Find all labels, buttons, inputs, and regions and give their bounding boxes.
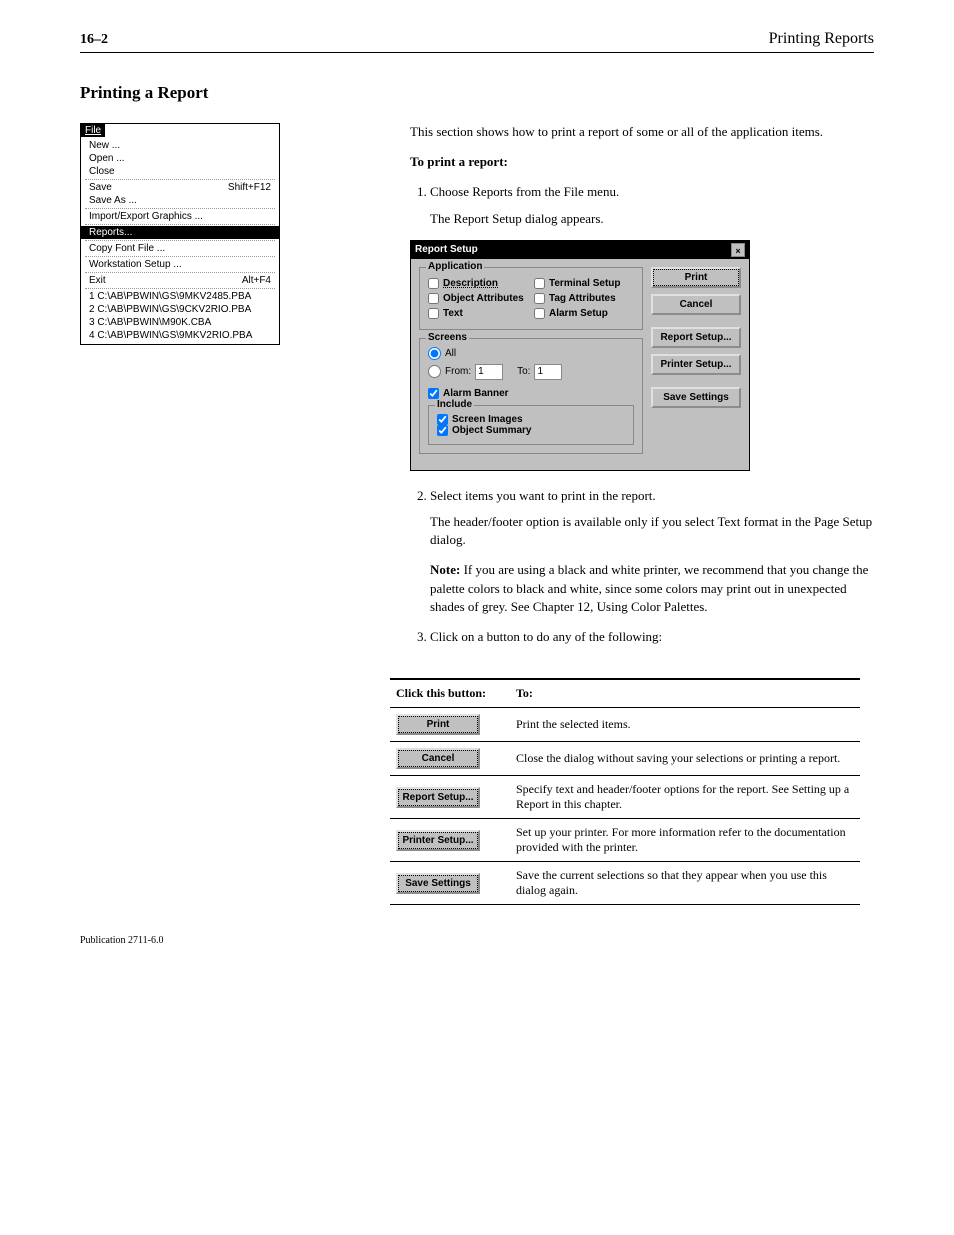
table-row: Cancel Close the dialog without saving y… [390, 742, 860, 776]
object-summary-checkbox[interactable]: Object Summary [437, 425, 625, 436]
menu-separator [85, 208, 275, 209]
text-checkbox[interactable]: Text [428, 308, 528, 319]
close-icon[interactable]: × [731, 243, 745, 257]
menu-separator [85, 179, 275, 180]
dialog-title-text: Report Setup [415, 244, 478, 255]
menu-separator [85, 256, 275, 257]
to-input[interactable] [534, 364, 562, 380]
table-header-button: Click this button: [390, 679, 510, 708]
page-number: 16–2 [80, 32, 108, 48]
menu-separator [85, 224, 275, 225]
to-label: To: [517, 366, 530, 377]
menu-item-close[interactable]: Close [81, 165, 279, 178]
alarm-banner-checkbox[interactable]: Alarm Banner [428, 388, 634, 399]
menu-separator [85, 240, 275, 241]
application-group: Application Description Object Attribute… [419, 267, 643, 330]
to-print-heading: To print a report: [410, 153, 874, 171]
menu-item-recent4[interactable]: 4 C:\AB\PBWIN\GS\9MKV2RIO.PBA [81, 329, 279, 342]
all-radio[interactable]: All [428, 347, 634, 360]
table-row: Printer Setup... Set up your printer. Fo… [390, 819, 860, 862]
screen-images-checkbox[interactable]: Screen Images [437, 414, 625, 425]
menu-item-impexp[interactable]: Import/Export Graphics ... [81, 210, 279, 223]
menu-item-open[interactable]: Open ... [81, 152, 279, 165]
tbl-cancel-button[interactable]: Cancel [396, 748, 480, 769]
description-checkbox[interactable]: Description [428, 278, 528, 289]
chapter-title: Printing Reports [769, 30, 874, 48]
from-input[interactable] [475, 364, 503, 380]
menu-item-workstation[interactable]: Workstation Setup ... [81, 258, 279, 271]
table-desc: Set up your printer. For more informatio… [510, 819, 860, 862]
step-1-after: The Report Setup dialog appears. [430, 210, 874, 228]
report-setup-dialog: Report Setup × Application Description O… [410, 240, 750, 471]
file-menu-bar[interactable]: File [81, 124, 105, 137]
dialog-titlebar: Report Setup × [411, 241, 749, 259]
alarm-setup-checkbox[interactable]: Alarm Setup [534, 308, 634, 319]
table-row: Report Setup... Specify text and header/… [390, 776, 860, 819]
button-reference-table: Click this button: To: Print Print the s… [390, 678, 860, 905]
from-radio[interactable]: From: [428, 365, 471, 378]
screens-group: Screens All From: To: Alarm Banner Inclu… [419, 338, 643, 454]
section-title: Printing a Report [80, 83, 874, 103]
menu-separator [85, 288, 275, 289]
menu-item-reports[interactable]: Reports... [81, 226, 279, 239]
table-desc: Specify text and header/footer options f… [510, 776, 860, 819]
table-desc: Print the selected items. [510, 708, 860, 742]
include-group-title: Include [435, 399, 474, 410]
file-menu[interactable]: File New ... Open ... Close SaveShift+F1… [80, 123, 280, 345]
page-header: 16–2 Printing Reports [80, 30, 874, 53]
table-desc: Save the current selections so that they… [510, 862, 860, 905]
note-2: Note: If you are using a black and white… [430, 561, 874, 616]
menu-item-save[interactable]: SaveShift+F12 [81, 181, 279, 194]
table-row: Print Print the selected items. [390, 708, 860, 742]
tag-attributes-checkbox[interactable]: Tag Attributes [534, 293, 634, 304]
menu-item-copyfont[interactable]: Copy Font File ... [81, 242, 279, 255]
application-group-title: Application [426, 261, 484, 272]
print-button[interactable]: Print [651, 267, 741, 288]
step-1: Choose Reports from the File menu. The R… [430, 183, 874, 227]
menu-item-recent3[interactable]: 3 C:\AB\PBWIN\M90K.CBA [81, 316, 279, 329]
printer-setup-button[interactable]: Printer Setup... [651, 354, 741, 375]
menu-item-recent2[interactable]: 2 C:\AB\PBWIN\GS\9CKV2RIO.PBA [81, 303, 279, 316]
menu-separator [85, 272, 275, 273]
tbl-report-setup-button[interactable]: Report Setup... [396, 787, 480, 808]
footer-publication: Publication 2711-6.0 [80, 935, 874, 946]
screens-group-title: Screens [426, 332, 469, 343]
save-settings-button[interactable]: Save Settings [651, 387, 741, 408]
tbl-printer-setup-button[interactable]: Printer Setup... [396, 830, 480, 851]
menu-item-recent1[interactable]: 1 C:\AB\PBWIN\GS\9MKV2485.PBA [81, 290, 279, 303]
tbl-print-button[interactable]: Print [396, 714, 480, 735]
intro-text: This section shows how to print a report… [410, 123, 874, 141]
tbl-save-settings-button[interactable]: Save Settings [396, 873, 480, 894]
table-row: Save Settings Save the current selection… [390, 862, 860, 905]
terminal-setup-checkbox[interactable]: Terminal Setup [534, 278, 634, 289]
object-attributes-checkbox[interactable]: Object Attributes [428, 293, 528, 304]
table-header-desc: To: [510, 679, 860, 708]
step-3: Click on a button to do any of the follo… [430, 628, 874, 646]
note-1: The header/footer option is available on… [430, 513, 874, 549]
step-2: Select items you want to print in the re… [430, 487, 874, 616]
report-setup-button[interactable]: Report Setup... [651, 327, 741, 348]
menu-item-new[interactable]: New ... [81, 139, 279, 152]
table-desc: Close the dialog without saving your sel… [510, 742, 860, 776]
cancel-button[interactable]: Cancel [651, 294, 741, 315]
include-group: Include Screen Images Object Summary [428, 405, 634, 445]
menu-item-exit[interactable]: ExitAlt+F4 [81, 274, 279, 287]
menu-item-saveas[interactable]: Save As ... [81, 194, 279, 207]
